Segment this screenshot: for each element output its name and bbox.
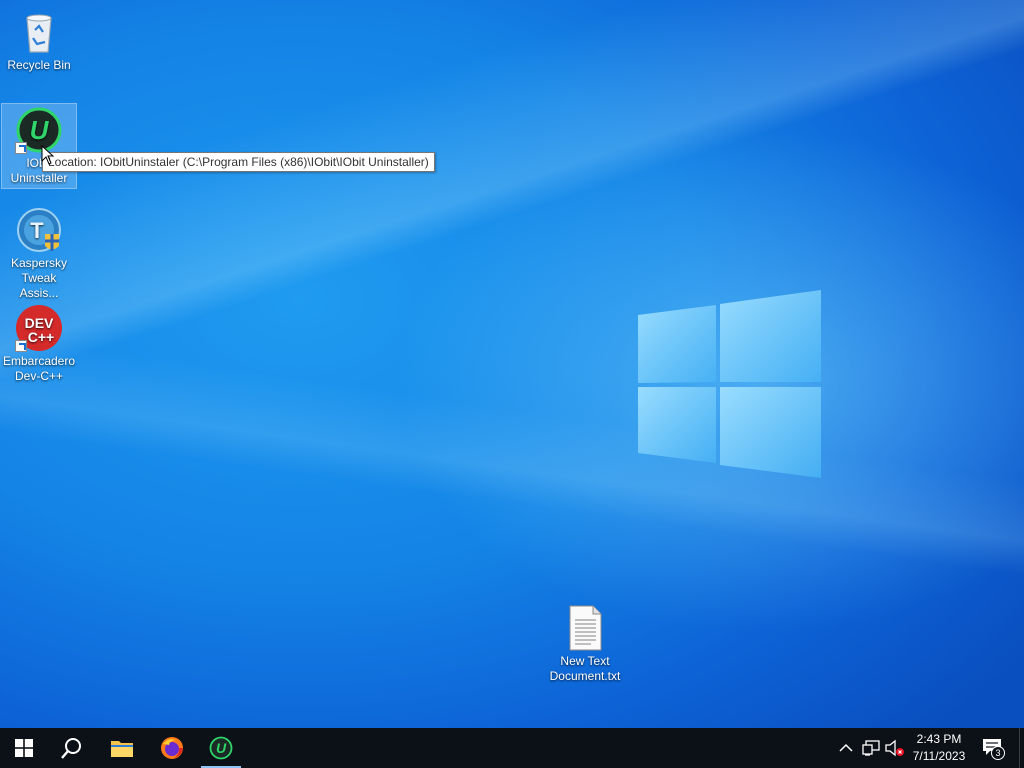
search-button[interactable] [48, 728, 96, 768]
taskbar: U 2:43 PM 7/11/2023 3 [0, 728, 1024, 768]
recycle-bin-icon [15, 8, 63, 56]
desktop-icon-text-document[interactable]: New Text Document.txt [546, 602, 624, 684]
desktop-icon-label: Kaspersky Tweak Assis... [10, 256, 68, 300]
light-beam [0, 0, 1024, 728]
iobit-uninstaller-icon: U [209, 736, 233, 760]
clock-date: 7/11/2023 [912, 749, 966, 763]
tooltip: Location: IObitUninstaler (C:\Program Fi… [42, 152, 435, 172]
search-icon [61, 738, 81, 759]
action-center-button[interactable]: 3 [982, 738, 1005, 760]
desktop-icon-kaspersky-tweak[interactable]: T Kaspersky Tweak Assis... [2, 204, 76, 301]
network-icon[interactable] [862, 740, 880, 756]
chevron-up-icon[interactable] [838, 740, 854, 756]
light-beam [0, 0, 1024, 728]
iobit-uninstaller-taskbar-button[interactable]: U [197, 728, 245, 768]
notification-count-badge: 3 [991, 746, 1005, 760]
desktop-icon-recycle-bin[interactable]: Recycle Bin [2, 6, 76, 73]
shortcut-arrow-icon [15, 340, 27, 352]
kaspersky-tweak-icon: T [15, 206, 63, 254]
clock-time: 2:43 PM [916, 732, 962, 746]
desktop-icon-label: Embarcadero Dev-C++ [2, 354, 76, 383]
desktop[interactable]: Recycle Bin U IObit Uninstaller T Kasper… [0, 0, 1024, 728]
firefox-icon [161, 737, 183, 759]
volume-muted-icon[interactable] [885, 739, 905, 757]
shortcut-arrow-icon [15, 142, 27, 154]
desktop-icon-label: New Text Document.txt [549, 654, 621, 683]
windows-wallpaper-logo [638, 290, 821, 478]
desktop-icon-iobit-uninstaller[interactable]: U IObit Uninstaller [1, 103, 77, 189]
file-explorer-button[interactable] [98, 728, 146, 768]
desktop-icon-label: Recycle Bin [7, 58, 71, 72]
mouse-cursor-icon [41, 145, 55, 165]
folder-icon [111, 741, 133, 757]
svg-text:T: T [30, 218, 44, 243]
text-file-icon [561, 604, 609, 652]
desktop-icon-devcpp[interactable]: DEV C++ Embarcadero Dev-C++ [2, 302, 76, 384]
windows-start-icon [15, 739, 33, 757]
devcpp-icon: DEV C++ [15, 304, 63, 352]
svg-text:U: U [216, 740, 227, 756]
show-desktop-button[interactable] [1019, 728, 1024, 768]
taskbar-clock[interactable]: 2:43 PM 7/11/2023 [908, 731, 970, 765]
firefox-button[interactable] [148, 728, 196, 768]
iobit-uninstaller-icon: U [15, 106, 63, 154]
svg-text:U: U [30, 115, 50, 145]
devcpp-badge-bottom: C++ [28, 329, 54, 345]
start-button[interactable] [0, 728, 48, 768]
